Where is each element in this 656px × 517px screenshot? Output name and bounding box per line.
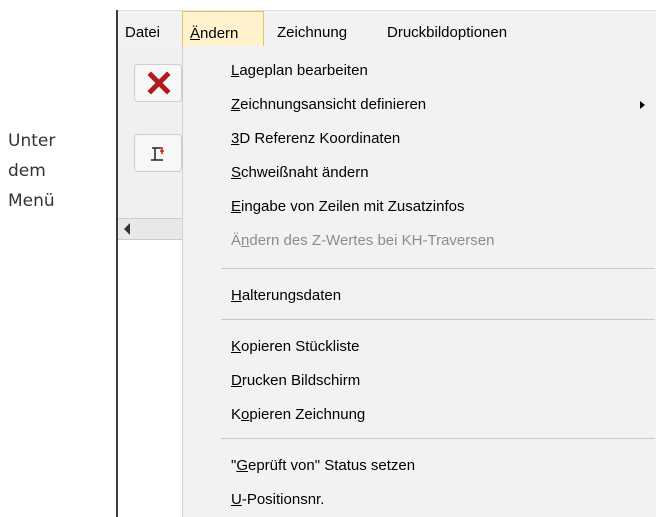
menu-item-kopieren-zeichnung[interactable]: Kopieren Zeichnung <box>183 398 656 432</box>
menu-druckbildoptionen-label: Druckbildoptionen <box>387 24 508 41</box>
menu-aendern[interactable]: Ändern <box>182 11 264 47</box>
menu-item-label: rucken Bildschirm <box>241 372 361 389</box>
menu-item-label: alterungsdaten <box>241 287 342 304</box>
accel-key: E <box>231 198 242 215</box>
menu-item-label: D Referenz Koordinaten <box>239 130 401 147</box>
menu-item-label: chweißnaht ändern <box>241 164 369 181</box>
menu-item-label-pre: Ä <box>231 232 242 249</box>
accel-key: U <box>231 491 242 508</box>
menu-item-label: -Positionsnr. <box>241 491 325 508</box>
caption-line: Menü <box>8 191 55 211</box>
menu-item-u-positionsnr[interactable]: U-Positionsnr. <box>183 483 656 517</box>
menu-item-label: dern des Z-Wertes bei KH-Traversen <box>249 232 495 249</box>
menu-datei-label: Datei <box>125 24 161 41</box>
menu-item-geprueft-status[interactable]: "Geprüft von" Status setzen <box>183 449 656 483</box>
menu-item-label: opieren Stückliste <box>241 338 360 355</box>
menu-aendern-accel: Ä <box>190 25 201 42</box>
caption-line: dem <box>8 161 46 181</box>
menu-druckbildoptionen[interactable]: Druckbildoptionen <box>380 11 560 47</box>
dropdown-menu: Lageplan bearbeiten Zeichnungsansicht de… <box>182 46 656 517</box>
accel-key: D <box>231 372 242 389</box>
menu-datei[interactable]: Datei <box>118 11 180 47</box>
menu-item-kopieren-stueckliste[interactable]: Kopieren Stückliste <box>183 330 656 364</box>
menu-separator <box>221 319 655 320</box>
close-button[interactable] <box>134 64 182 102</box>
accel-key: H <box>231 287 242 304</box>
menu-item-label: ingabe von Zeilen mit Zusatzinfos <box>241 198 465 215</box>
scroll-left-icon[interactable] <box>124 223 130 235</box>
horizontal-scrollbar[interactable] <box>118 218 182 240</box>
menu-item-label: eichnungsansicht definieren <box>240 96 427 113</box>
caption-line: Unter <box>8 131 56 151</box>
menu-separator <box>221 268 655 269</box>
x-icon <box>147 71 171 95</box>
accel-key: G <box>236 457 248 474</box>
menu-item-label: ageplan bearbeiten <box>239 62 368 79</box>
menu-item-halterungsdaten[interactable]: Halterungsdaten <box>183 279 656 313</box>
frame-tool-button[interactable] <box>134 134 182 172</box>
menu-item-z-wert-disabled: Ändern des Z-Wertes bei KH-Traversen <box>183 224 656 258</box>
menu-item-schweissnaht[interactable]: Schweißnaht ändern <box>183 156 656 190</box>
menu-item-3d-referenz[interactable]: 3D Referenz Koordinaten <box>183 122 656 156</box>
menu-zeichnung[interactable]: Zeichnung <box>270 11 380 47</box>
accel-key: S <box>231 164 242 181</box>
menu-item-zeichnungsansicht[interactable]: Zeichnungsansicht definieren <box>183 88 656 122</box>
menu-separator <box>221 438 655 439</box>
menu-item-label-pre: K <box>231 406 242 423</box>
frame-tool-icon <box>151 147 164 161</box>
menu-item-drucken-bildschirm[interactable]: Drucken Bildschirm <box>183 364 656 398</box>
toolbar <box>118 46 182 218</box>
menu-aendern-label: ndern <box>200 25 239 42</box>
caption: Unter dem Menü <box>8 126 55 216</box>
submenu-arrow-icon <box>640 101 645 109</box>
accel-key: K <box>231 338 242 355</box>
menu-item-lageplan-bearbeiten[interactable]: Lageplan bearbeiten <box>183 54 656 88</box>
menubar: Datei Ändern Zeichnung Druckbildoptionen <box>118 10 656 47</box>
menu-zeichnung-label: Zeichnung <box>277 24 348 41</box>
menu-item-eingabe-zeilen[interactable]: Eingabe von Zeilen mit Zusatzinfos <box>183 190 656 224</box>
menu-item-label: pieren Zeichnung <box>249 406 366 423</box>
menu-item-label: eprüft von" Status setzen <box>248 457 416 474</box>
accel-key: Z <box>231 96 241 113</box>
